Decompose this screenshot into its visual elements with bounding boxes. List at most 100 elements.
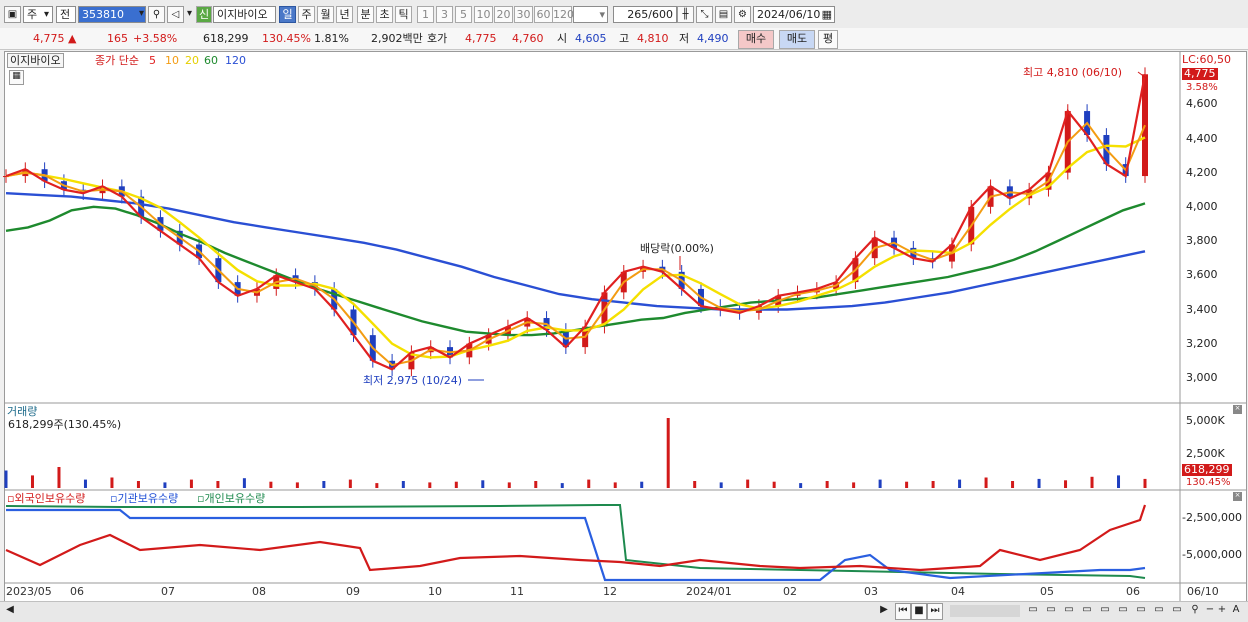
high-annotation: 최고 4,810 (06/10) — [1023, 66, 1123, 79]
layout-icon[interactable]: ▭ — [1152, 603, 1166, 618]
x-tick: 02 — [783, 585, 797, 598]
rate-tag: 3.58% — [1186, 82, 1218, 93]
ma-legend-prefix: 종가 단순 — [95, 54, 139, 67]
volume-bar — [958, 479, 962, 488]
volume-bar — [322, 481, 326, 488]
volume-bar — [772, 481, 776, 488]
x-tick: 2023/05 — [6, 585, 52, 598]
volume-bar — [825, 481, 829, 488]
volume-bar — [507, 482, 511, 488]
volume-bar — [1090, 476, 1094, 488]
zoom-out-icon[interactable]: − — [1204, 603, 1216, 618]
volume-bar — [401, 481, 405, 488]
volume-bar — [878, 479, 882, 488]
volume-bar — [613, 482, 617, 488]
lc-label: LC:60,50 — [1182, 53, 1232, 66]
table-icon[interactable]: ▦ — [9, 70, 24, 85]
holding-tick: -2,500,000 — [1182, 511, 1242, 524]
volume-bar — [693, 481, 697, 488]
layout-icon[interactable]: ▭ — [1062, 603, 1076, 618]
x-tick: 06/10 — [1187, 585, 1219, 598]
font-size-icon[interactable]: A — [1229, 603, 1243, 618]
close-panel-icon[interactable]: × — [1233, 492, 1242, 501]
volume-bar — [189, 479, 193, 488]
volume-bar — [57, 467, 61, 488]
x-tick: 05 — [1040, 585, 1054, 598]
ma120-legend: 120 — [225, 54, 246, 67]
zoom-slider[interactable] — [950, 605, 1020, 617]
volume-tag: 618,299 — [1182, 463, 1232, 476]
institution-holding-line — [6, 508, 1146, 582]
x-tick: 09 — [346, 585, 360, 598]
volume-tick: 2,500K — [1186, 447, 1225, 460]
volume-bar — [375, 483, 379, 488]
stop-icon[interactable]: ■ — [911, 603, 927, 620]
volume-rate-tag: 130.45% — [1186, 477, 1231, 488]
ma20-line — [5, 136, 1146, 359]
volume-bar — [216, 481, 220, 488]
volume-panel-title: 거래량 — [7, 405, 38, 418]
price-tick: 4,600 — [1186, 97, 1218, 110]
layout-icon[interactable]: ▭ — [1080, 603, 1094, 618]
layout-icon[interactable]: ▭ — [1116, 603, 1130, 618]
foreign-holding-line — [5, 504, 1147, 572]
ma20-legend: 20 — [185, 54, 199, 67]
price-tick: 3,400 — [1186, 303, 1218, 316]
layout-icon[interactable]: ▭ — [1098, 603, 1112, 618]
volume-bar — [30, 475, 34, 488]
layout-icon[interactable]: ▭ — [1044, 603, 1058, 618]
volume-bar — [1011, 481, 1015, 488]
rewind-icon[interactable]: ⏮ — [895, 603, 911, 620]
volume-bar — [931, 481, 935, 488]
volume-panel-value: 618,299주(130.45%) — [8, 418, 122, 431]
price-tick: 3,800 — [1186, 234, 1218, 247]
x-tick: 03 — [864, 585, 878, 598]
volume-bar — [1143, 478, 1147, 488]
scroll-left-icon[interactable]: ◀ — [4, 604, 16, 618]
x-tick: 10 — [428, 585, 442, 598]
volume-bar — [242, 478, 246, 488]
volume-bar — [269, 481, 273, 488]
layout-icon[interactable]: ▭ — [1026, 603, 1040, 618]
close-panel-icon[interactable]: × — [1233, 405, 1242, 414]
layout-icon[interactable]: ▭ — [1134, 603, 1148, 618]
bottom-scrollbar[interactable]: ◀ ▶ ⏮ ■ ⏭ ▭ ▭ ▭ ▭ ▭ ▭ ▭ ▭ ▭ ⚲ − + A — [0, 601, 1248, 622]
volume-bar — [852, 482, 856, 488]
ma60-legend: 60 — [204, 54, 218, 67]
volume-bar — [4, 470, 8, 488]
volume-bar — [110, 477, 114, 488]
volume-bar — [136, 481, 140, 488]
price-tick: 4,400 — [1186, 132, 1218, 145]
ma10-legend: 10 — [165, 54, 179, 67]
ma5-legend: 5 — [149, 54, 156, 67]
price-chart-svg — [3, 51, 1246, 601]
volume-bar — [984, 477, 988, 488]
volume-bar — [163, 482, 167, 488]
volume-bar — [1064, 480, 1068, 488]
price-tick: 3,600 — [1186, 268, 1218, 281]
x-tick: 11 — [510, 585, 524, 598]
volume-bar — [348, 479, 352, 488]
forward-icon[interactable]: ⏭ — [927, 603, 943, 620]
volume-bar — [454, 481, 458, 488]
x-tick: 08 — [252, 585, 266, 598]
volume-bar — [481, 480, 485, 488]
volume-tick: 5,000K — [1186, 414, 1225, 427]
x-tick: 07 — [161, 585, 175, 598]
volume-bar — [560, 483, 564, 488]
layout-icon[interactable]: ▭ — [1170, 603, 1184, 618]
volume-bar — [719, 482, 723, 488]
scroll-right-icon[interactable]: ▶ — [878, 604, 890, 618]
volume-bar — [1117, 475, 1121, 488]
x-tick: 06 — [1126, 585, 1140, 598]
search-icon[interactable]: ⚲ — [1188, 603, 1202, 618]
volume-bar — [587, 479, 591, 488]
volume-bar — [799, 483, 803, 488]
volume-bar — [295, 482, 299, 488]
price-tag: 4,775 — [1182, 67, 1218, 80]
institution-holding-legend: ▫기관보유수량 — [110, 492, 179, 505]
volume-bar — [428, 482, 432, 488]
zoom-in-icon[interactable]: + — [1216, 603, 1228, 618]
x-tick: 06 — [70, 585, 84, 598]
chart-stock-name: 이지바이오 — [7, 53, 64, 68]
